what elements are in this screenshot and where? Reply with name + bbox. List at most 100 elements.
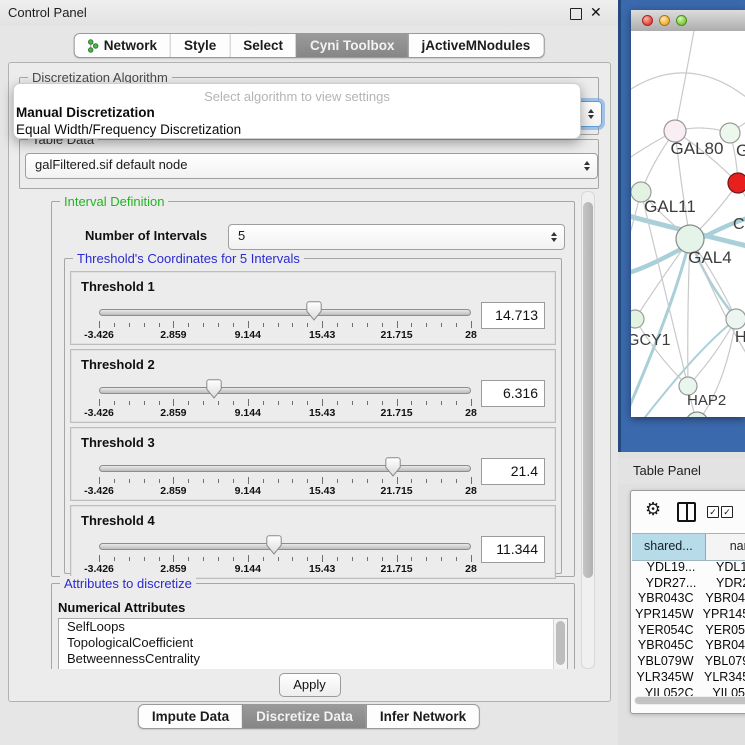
threshold-slider[interactable] (99, 460, 471, 476)
cell-name[interactable]: YBL079W (699, 654, 745, 670)
thresholds-group-title: Threshold's Coordinates for 5 Intervals (73, 251, 304, 266)
cell-shared-name[interactable]: YDR27... (632, 576, 710, 592)
cell-name[interactable]: YBR043C (699, 591, 745, 607)
network-canvas[interactable]: GAL80GAGAL11CGAL4GCY1HHAP2 (631, 31, 745, 417)
cell-shared-name[interactable]: YBR043C (632, 591, 699, 607)
apply-button[interactable]: Apply (279, 673, 341, 697)
threshold-value-field[interactable]: 21.4 (481, 458, 545, 485)
tick-mark (278, 557, 279, 561)
table-hscrollbar-thumb[interactable] (635, 697, 745, 704)
cell-name[interactable]: YPR145W (697, 607, 745, 623)
tick-mark (114, 323, 115, 327)
tick-mark (307, 401, 308, 405)
bottom-tab-impute-data[interactable]: Impute Data (139, 705, 242, 728)
float-window-icon[interactable] (570, 8, 582, 20)
checkbox-checked-icon[interactable]: ✓ (721, 506, 733, 518)
tick-mark (99, 477, 100, 484)
tick-mark (397, 399, 398, 406)
combo-stepper-icon (584, 161, 590, 171)
table-row[interactable]: YLR345WYLR345W (632, 670, 745, 686)
cell-name[interactable]: YDR27 (710, 576, 745, 592)
tab-cyni-toolbox[interactable]: Cyni Toolbox (296, 34, 408, 57)
table-data-combobox[interactable]: galFiltered.sif default node (25, 153, 598, 179)
zoom-traffic-light-icon[interactable] (676, 15, 687, 26)
minimize-traffic-light-icon[interactable] (659, 15, 670, 26)
threshold-slider[interactable] (99, 382, 471, 398)
network-icon (88, 39, 99, 53)
dropdown-option-equal-width[interactable]: Equal Width/Frequency Discretization (14, 121, 580, 138)
tick-mark (382, 323, 383, 327)
cell-name[interactable]: YER054C (699, 623, 745, 639)
table-row[interactable]: YPR145WYPR145W (632, 607, 745, 623)
slider-thumb[interactable] (206, 379, 222, 399)
table-row[interactable]: YER054CYER054C (632, 623, 745, 639)
attribute-items: SelfLoopsTopologicalCoefficientBetweenne… (59, 619, 567, 667)
tick-mark (441, 479, 442, 483)
slider-tick-labels: -3.4262.8599.14415.4321.71528 (99, 329, 471, 341)
tick-mark (352, 557, 353, 561)
table-row[interactable]: YDR27...YDR27 (632, 576, 745, 592)
bottom-tab-infer-network[interactable]: Infer Network (366, 705, 479, 728)
slider-thumb[interactable] (306, 301, 322, 321)
numerical-attributes-list[interactable]: SelfLoopsTopologicalCoefficientBetweenne… (58, 618, 568, 669)
table-row[interactable]: YDL19...YDL19 (632, 560, 745, 576)
slider-track[interactable] (99, 387, 471, 394)
network-edge[interactable] (641, 192, 688, 386)
table-hscrollbar[interactable] (634, 696, 745, 705)
cell-name[interactable]: YBR045C (699, 638, 745, 654)
network-window: GAL80GAGAL11CGAL4GCY1HHAP2 (631, 10, 745, 417)
network-edge[interactable] (675, 31, 695, 131)
threshold-value-field[interactable]: 6.316 (481, 380, 545, 407)
network-window-titlebar[interactable] (631, 10, 745, 32)
cell-shared-name[interactable]: YER054C (632, 623, 699, 639)
slider-track[interactable] (99, 309, 471, 316)
cell-shared-name[interactable]: YBL079W (632, 654, 699, 670)
table-row[interactable]: YBR045CYBR045C (632, 638, 745, 654)
threshold-value-field[interactable]: 11.344 (481, 536, 545, 563)
column-header-name[interactable]: name (706, 534, 745, 560)
cyni-toolbox-panel: Discretization Algorithm Select algorith… (8, 62, 611, 702)
tick-label: 9.144 (235, 407, 261, 419)
tab-select[interactable]: Select (229, 34, 296, 57)
bottom-tab-discretize-data[interactable]: Discretize Data (242, 705, 366, 728)
cell-shared-name[interactable]: YBR045C (632, 638, 699, 654)
checkbox-checked-icon[interactable]: ✓ (707, 506, 719, 518)
attribute-item[interactable]: BetweennessCentrality (59, 651, 567, 667)
tick-label: 2.859 (160, 485, 186, 497)
network-edge[interactable] (631, 73, 745, 101)
cell-shared-name[interactable]: YDL19... (632, 560, 710, 576)
threshold-value-field[interactable]: 14.713 (481, 302, 545, 329)
table-row[interactable]: YBL079WYBL079W (632, 654, 745, 670)
cell-name[interactable]: YLR345W (698, 670, 745, 686)
settings-scrollbar-thumb[interactable] (583, 202, 593, 578)
cell-name[interactable]: YDL19 (710, 560, 745, 576)
table-row[interactable]: YBR043CYBR043C (632, 591, 745, 607)
gear-icon[interactable]: ⚙ (645, 499, 661, 520)
threshold-slider[interactable] (99, 538, 471, 554)
slider-track[interactable] (99, 465, 471, 472)
slider-thumb[interactable] (266, 535, 282, 555)
cell-shared-name[interactable]: YPR145W (632, 607, 697, 623)
close-traffic-light-icon[interactable] (642, 15, 653, 26)
tab-network[interactable]: Network (75, 34, 170, 57)
split-columns-icon[interactable] (677, 502, 696, 522)
network-node[interactable] (631, 310, 644, 328)
number-of-intervals-combobox[interactable]: 5 (228, 224, 565, 250)
close-icon[interactable]: ✕ (590, 4, 602, 21)
threshold-slider[interactable] (99, 304, 471, 320)
attribute-item[interactable]: SelfLoops (59, 619, 567, 635)
tab-style[interactable]: Style (170, 34, 229, 57)
slider-thumb[interactable] (385, 457, 401, 477)
cell-shared-name[interactable]: YLR345W (632, 670, 698, 686)
network-node[interactable] (726, 309, 745, 329)
attributes-scrollbar-thumb[interactable] (556, 621, 565, 665)
tick-label: 21.715 (381, 407, 413, 419)
tab-jactivemnodules[interactable]: jActiveMNodules (408, 34, 544, 57)
network-node[interactable] (728, 173, 745, 193)
slider-track[interactable] (99, 543, 471, 550)
dropdown-option-manual[interactable]: Manual Discretization (14, 104, 580, 121)
attribute-item[interactable]: TopologicalCoefficient (59, 635, 567, 651)
column-header-shared-name[interactable]: shared... (632, 534, 706, 560)
attributes-scrollbar[interactable] (553, 619, 567, 669)
settings-scrollbar[interactable] (581, 191, 595, 669)
